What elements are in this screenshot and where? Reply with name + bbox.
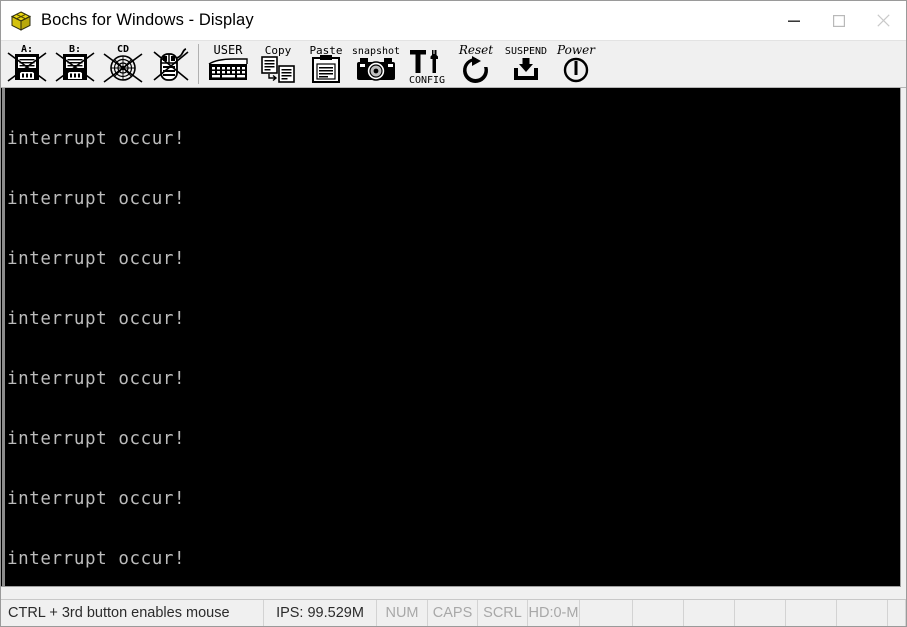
cdrom-button[interactable]: CD — [99, 41, 147, 87]
power-button[interactable]: Power — [552, 41, 600, 87]
console-line: interrupt occur! — [7, 489, 186, 509]
svg-text:CONFIG: CONFIG — [409, 75, 445, 86]
console-line: interrupt occur! — [7, 429, 186, 449]
vga-display-area[interactable]: interrupt occur! interrupt occur! interr… — [1, 88, 906, 599]
console-line: interrupt occur! — [7, 249, 186, 269]
reset-arrow-icon: Reset — [458, 43, 493, 83]
status-slot — [735, 600, 786, 626]
maximize-button[interactable] — [816, 1, 861, 40]
maximize-icon — [832, 14, 845, 27]
close-button[interactable] — [861, 1, 906, 40]
config-button[interactable]: CONFIG — [402, 41, 452, 87]
floppy-a-button[interactable]: A: — [3, 41, 51, 87]
cdrom-disabled-icon: CD — [103, 44, 143, 83]
console-line: interrupt occur! — [7, 189, 186, 209]
status-slot — [633, 600, 684, 626]
toolbar: A: B: CD USER Copy Paste snapshot CONFIG… — [1, 40, 906, 88]
caps-lock-indicator: CAPS — [428, 600, 478, 626]
minimize-button[interactable] — [771, 1, 816, 40]
camera-icon: snapshot — [352, 46, 400, 81]
tools-icon: CONFIG — [409, 50, 445, 86]
power-icon: Power — [556, 43, 596, 83]
status-slot — [786, 600, 837, 626]
svg-text:SUSPEND: SUSPEND — [505, 46, 547, 57]
svg-text:CD: CD — [117, 44, 129, 55]
status-slot — [580, 600, 633, 626]
title-bar[interactable]: Bochs for Windows - Display — [1, 1, 906, 40]
status-slot — [837, 600, 888, 626]
minimize-icon — [787, 20, 800, 22]
floppy-disk-disabled-icon: B: — [55, 44, 95, 82]
floppy-disk-disabled-icon: A: — [7, 44, 47, 82]
paste-button[interactable]: Paste — [302, 41, 350, 87]
bochs-main-window: Bochs for Windows - Display A: B: CD USE… — [0, 0, 907, 627]
clipboard-paste-icon: Paste — [309, 44, 343, 83]
status-bar: CTRL + 3rd button enables mouse IPS: 99.… — [1, 599, 906, 626]
svg-text:B:: B: — [69, 44, 81, 55]
window-controls — [771, 1, 906, 40]
mouse-button[interactable] — [147, 41, 195, 87]
svg-text:Power: Power — [556, 43, 596, 57]
bochs-cube-icon — [10, 10, 32, 32]
floppy-b-button[interactable]: B: — [51, 41, 99, 87]
vga-console-text: interrupt occur! interrupt occur! interr… — [7, 89, 900, 586]
mouse-disabled-icon — [153, 48, 189, 81]
num-lock-indicator: NUM — [377, 600, 428, 626]
keyboard-icon: USER — [208, 43, 248, 80]
snapshot-button[interactable]: snapshot — [350, 41, 402, 87]
console-line: interrupt occur! — [7, 369, 186, 389]
copy-icon: Copy — [261, 44, 295, 83]
console-line: interrupt occur! — [7, 549, 186, 569]
svg-text:snapshot: snapshot — [352, 46, 400, 57]
vga-screen[interactable]: interrupt occur! interrupt occur! interr… — [1, 88, 901, 587]
console-line: interrupt occur! — [7, 129, 186, 149]
close-icon — [877, 14, 890, 27]
copy-button[interactable]: Copy — [254, 41, 302, 87]
status-slot — [684, 600, 735, 626]
disk-activity-indicator: HD:0-M — [528, 600, 580, 626]
ips-indicator: IPS: 99.529M — [264, 600, 377, 626]
window-title: Bochs for Windows - Display — [41, 11, 254, 29]
suspend-icon: SUSPEND — [505, 46, 547, 80]
svg-text:Copy: Copy — [265, 44, 292, 57]
console-line: interrupt occur! — [7, 309, 186, 329]
user-button[interactable]: USER — [202, 41, 254, 87]
svg-text:Reset: Reset — [458, 43, 493, 57]
status-message: CTRL + 3rd button enables mouse — [1, 600, 264, 626]
reset-button[interactable]: Reset — [452, 41, 500, 87]
scroll-lock-indicator: SCRL — [478, 600, 528, 626]
svg-text:USER: USER — [214, 43, 244, 57]
svg-text:A:: A: — [21, 44, 33, 55]
toolbar-separator — [198, 44, 199, 84]
suspend-button[interactable]: SUSPEND — [500, 41, 552, 87]
status-slot — [888, 600, 906, 626]
